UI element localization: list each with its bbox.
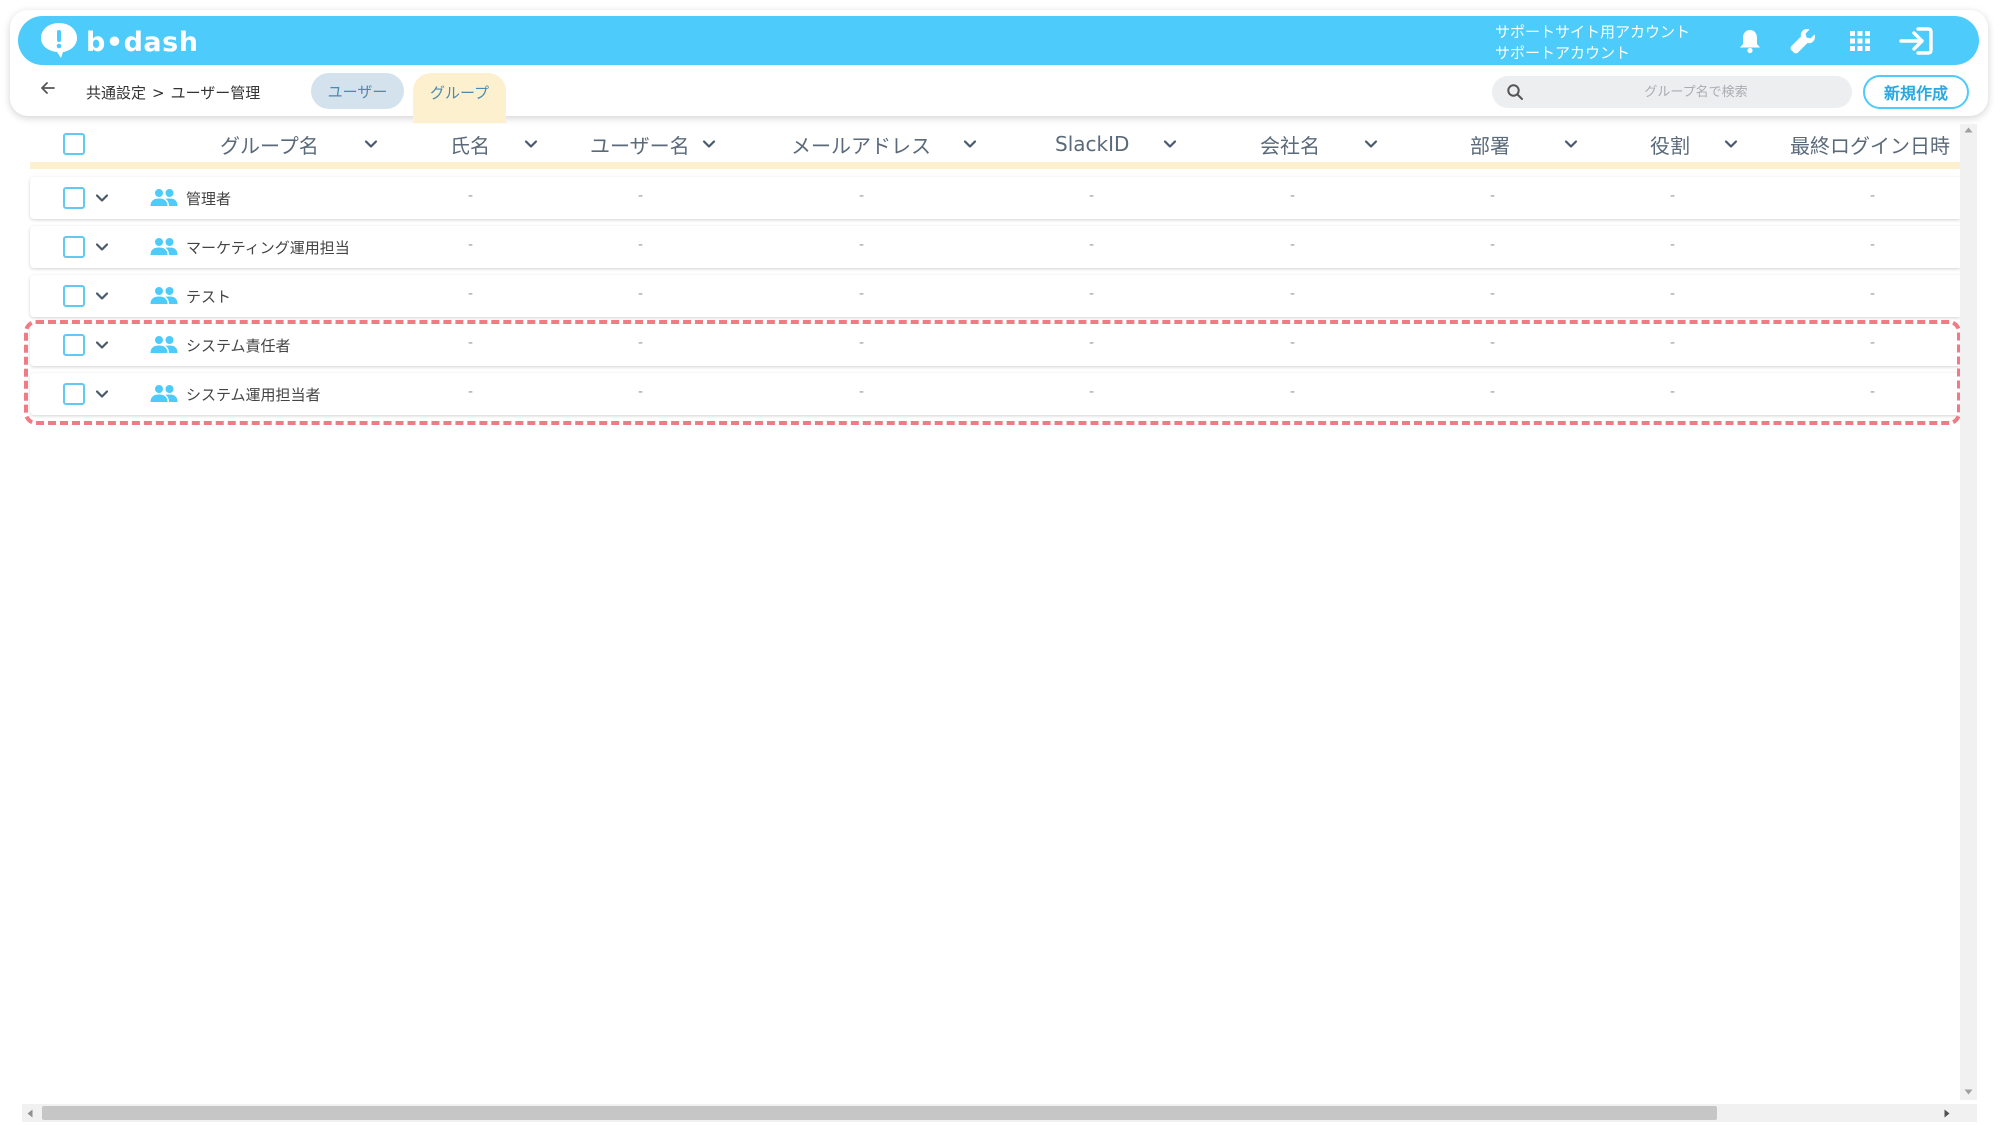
cell-email: - xyxy=(859,188,865,204)
cell-role: - xyxy=(1670,237,1676,253)
table-header: グループ名 氏名 ユーザー名 メールアドレス SlackID 会社名 部署 役割… xyxy=(30,124,1960,164)
group-name[interactable]: マーケティング運用担当 xyxy=(186,237,350,258)
horizontal-scrollbar[interactable] xyxy=(22,1104,1977,1122)
create-new-button[interactable]: 新規作成 xyxy=(1863,75,1969,109)
logout-icon[interactable] xyxy=(1898,27,1934,55)
breadcrumb-separator: > xyxy=(152,84,165,102)
chevron-down-icon[interactable] xyxy=(363,136,379,152)
people-icon xyxy=(150,286,178,304)
tab-users[interactable]: ユーザー xyxy=(311,73,404,109)
select-all-checkbox[interactable] xyxy=(63,133,85,155)
scroll-left-icon[interactable] xyxy=(27,1109,33,1118)
chevron-down-icon[interactable] xyxy=(94,239,110,255)
scroll-right-icon[interactable] xyxy=(1944,1109,1950,1118)
search-input[interactable] xyxy=(1544,83,1848,101)
cell-department: - xyxy=(1490,237,1496,253)
chevron-down-icon[interactable] xyxy=(701,136,717,152)
chevron-down-icon[interactable] xyxy=(1563,136,1579,152)
breadcrumb-root[interactable]: 共通設定 xyxy=(86,84,146,102)
column-header-department[interactable]: 部署 xyxy=(1470,124,1510,164)
table-row[interactable]: テスト - - - - - - - - xyxy=(30,275,1960,317)
column-header-username[interactable]: ユーザー名 xyxy=(590,124,690,164)
search-icon xyxy=(1506,83,1524,101)
chevron-down-icon[interactable] xyxy=(962,136,978,152)
cell-role: - xyxy=(1670,188,1676,204)
account-user-name: サポートアカウント xyxy=(1495,44,1631,62)
column-header-slackid[interactable]: SlackID xyxy=(1055,124,1129,164)
table-header-underline xyxy=(30,162,1960,169)
cell-last-login: - xyxy=(1870,188,1876,204)
horizontal-scroll-thumb[interactable] xyxy=(42,1106,1717,1120)
cell-username: - xyxy=(638,286,644,302)
cell-last-login: - xyxy=(1870,237,1876,253)
chevron-down-icon[interactable] xyxy=(1162,136,1178,152)
grid-apps-icon[interactable] xyxy=(1845,27,1875,55)
cell-company: - xyxy=(1290,237,1296,253)
column-header-group-name[interactable]: グループ名 xyxy=(220,124,319,164)
search-box xyxy=(1492,76,1852,108)
tab-groups[interactable]: グループ xyxy=(413,73,506,123)
row-checkbox[interactable] xyxy=(63,285,85,307)
table-row[interactable]: マーケティング運用担当 - - - - - - - - xyxy=(30,226,1960,268)
cell-last-login: - xyxy=(1870,286,1876,302)
column-header-company[interactable]: 会社名 xyxy=(1260,124,1320,164)
brand-name: b•dash xyxy=(86,26,199,58)
people-icon xyxy=(150,188,178,206)
chevron-down-icon[interactable] xyxy=(523,136,539,152)
cell-slackid: - xyxy=(1089,237,1095,253)
scroll-down-icon[interactable] xyxy=(1964,1089,1973,1095)
row-checkbox[interactable] xyxy=(63,187,85,209)
cell-full-name: - xyxy=(468,188,474,204)
column-header-last-login[interactable]: 最終ログイン日時 xyxy=(1790,124,1950,164)
cell-username: - xyxy=(638,237,644,253)
chevron-down-icon[interactable] xyxy=(1723,136,1739,152)
group-name[interactable]: 管理者 xyxy=(186,188,231,209)
header-card: b•dash サポートサイト用アカウント サポートアカウント 共通設定 > ユー… xyxy=(10,10,1988,123)
cell-email: - xyxy=(859,286,865,302)
cell-company: - xyxy=(1290,188,1296,204)
column-header-full-name[interactable]: 氏名 xyxy=(450,124,490,164)
people-icon xyxy=(150,237,178,255)
cell-company: - xyxy=(1290,286,1296,302)
column-header-role[interactable]: 役割 xyxy=(1650,124,1690,164)
cell-username: - xyxy=(638,188,644,204)
cell-slackid: - xyxy=(1089,188,1095,204)
top-bar: b•dash サポートサイト用アカウント サポートアカウント xyxy=(18,16,1979,65)
highlight-annotation xyxy=(24,320,1961,425)
table-row[interactable]: 管理者 - - - - - - - - xyxy=(30,177,1960,219)
vertical-scrollbar[interactable] xyxy=(1960,124,1977,1100)
row-checkbox[interactable] xyxy=(63,236,85,258)
breadcrumb-current: ユーザー管理 xyxy=(170,84,261,102)
cell-email: - xyxy=(859,237,865,253)
cell-department: - xyxy=(1490,188,1496,204)
cell-slackid: - xyxy=(1089,286,1095,302)
chevron-down-icon[interactable] xyxy=(94,190,110,206)
chevron-down-icon[interactable] xyxy=(1363,136,1379,152)
logo[interactable]: b•dash xyxy=(38,20,198,64)
cell-department: - xyxy=(1490,286,1496,302)
cell-full-name: - xyxy=(468,286,474,302)
breadcrumb: 共通設定 > ユーザー管理 xyxy=(86,82,260,103)
account-site-name: サポートサイト用アカウント xyxy=(1495,23,1691,41)
scroll-up-icon[interactable] xyxy=(1964,127,1973,133)
column-header-email[interactable]: メールアドレス xyxy=(791,124,931,164)
wrench-icon[interactable] xyxy=(1788,27,1818,55)
lightbulb-bubble-icon xyxy=(38,20,80,64)
cell-role: - xyxy=(1670,286,1676,302)
chevron-down-icon[interactable] xyxy=(94,288,110,304)
cell-full-name: - xyxy=(468,237,474,253)
group-name[interactable]: テスト xyxy=(186,286,231,307)
arrow-left-icon[interactable] xyxy=(40,80,56,100)
bell-icon[interactable] xyxy=(1735,27,1765,55)
account-info[interactable]: サポートサイト用アカウント サポートアカウント xyxy=(1495,22,1690,64)
